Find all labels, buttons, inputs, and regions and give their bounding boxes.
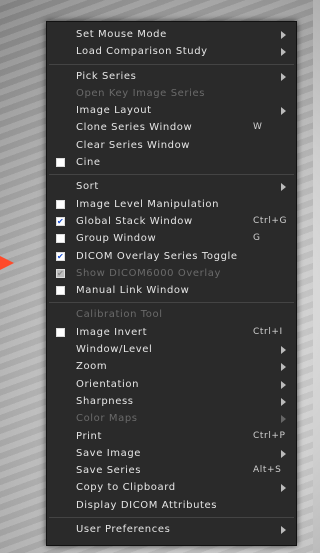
menu-item-set-mouse-mode[interactable]: Set Mouse Mode (47, 26, 296, 43)
submenu-chevron-icon (281, 72, 286, 81)
menu-item-shortcut: Ctrl+G (253, 215, 288, 226)
menu-item-calibration-tool: Calibration Tool (47, 306, 296, 323)
menu-item-image-level-manipulation[interactable]: Image Level Manipulation (47, 196, 296, 213)
menu-item-label: Orientation (76, 378, 140, 390)
submenu-chevron-icon (281, 380, 286, 389)
menu-item-label: Window/Level (76, 344, 153, 356)
menu-item-shortcut: G (253, 233, 261, 244)
menu-item-label: Color Maps (76, 413, 138, 425)
menu-item-label: Display DICOM Attributes (76, 499, 218, 511)
menu-item-shortcut: Alt+S (253, 465, 282, 476)
menu-item-zoom[interactable]: Zoom (47, 358, 296, 375)
submenu-chevron-icon (281, 449, 286, 458)
checkbox-icon[interactable] (56, 234, 65, 244)
menu-item-load-comparison-study[interactable]: Load Comparison Study (47, 43, 296, 60)
menu-item-label: Image Level Manipulation (76, 198, 220, 210)
menu-item-orientation[interactable]: Orientation (47, 376, 296, 393)
menu-item-user-preferences[interactable]: User Preferences (47, 521, 296, 538)
menu-item-clone-series-window[interactable]: Clone Series Window W (47, 119, 296, 136)
menu-item-pick-series[interactable]: Pick Series (47, 68, 296, 85)
submenu-chevron-icon (281, 484, 286, 493)
menu-separator (49, 63, 294, 65)
checkbox-icon[interactable] (56, 327, 65, 337)
menu-item-label: Manual Link Window (76, 285, 190, 297)
checkbox-icon[interactable] (56, 158, 65, 168)
menu-item-label: Copy to Clipboard (76, 482, 176, 494)
menu-item-label: Image Invert (76, 326, 148, 338)
pointer-arrow-icon (0, 256, 14, 270)
submenu-chevron-icon (281, 526, 286, 535)
menu-item-copy-to-clipboard[interactable]: Copy to Clipboard (47, 479, 296, 496)
menu-item-label: Print (76, 430, 103, 442)
submenu-chevron-icon (281, 31, 286, 39)
menu-item-sort[interactable]: Sort (47, 178, 296, 195)
menu-item-label: Save Series (76, 465, 142, 477)
checked-checkbox-icon[interactable]: ✔ (56, 251, 65, 261)
menu-item-save-image[interactable]: Save Image (47, 445, 296, 462)
menu-item-window-level[interactable]: Window/Level (47, 341, 296, 358)
menu-item-show-dicom6000-overlay: ✔ Show DICOM6000 Overlay (47, 265, 296, 282)
checkbox-icon[interactable] (56, 286, 65, 296)
menu-item-label: Calibration Tool (76, 309, 163, 321)
submenu-chevron-icon (281, 183, 286, 192)
checked-checkbox-icon[interactable]: ✔ (56, 216, 65, 226)
menu-separator (49, 302, 294, 304)
menu-item-label: Image Layout (76, 105, 152, 117)
menu-item-open-key-image-series: Open Key Image Series (47, 85, 296, 102)
menu-item-display-dicom-attributes[interactable]: Display DICOM Attributes (47, 497, 296, 514)
menu-item-label: Save Image (76, 447, 142, 459)
submenu-chevron-icon (281, 48, 286, 57)
menu-item-label: Clear Series Window (76, 139, 191, 151)
submenu-chevron-icon (281, 415, 286, 424)
menu-item-sharpness[interactable]: Sharpness (47, 393, 296, 410)
menu-item-label: User Preferences (76, 524, 171, 536)
menu-item-shortcut: Ctrl+P (253, 430, 286, 441)
menu-item-label: DICOM Overlay Series Toggle (76, 250, 238, 262)
menu-item-label: Zoom (76, 361, 108, 373)
menu-item-color-maps: Color Maps (47, 410, 296, 427)
menu-item-label: Group Window (76, 233, 157, 245)
menu-item-label: Show DICOM6000 Overlay (76, 267, 221, 279)
menu-item-cine[interactable]: Cine (47, 154, 296, 171)
menu-item-label: Global Stack Window (76, 215, 193, 227)
submenu-chevron-icon (281, 107, 286, 116)
menu-separator (49, 517, 294, 519)
menu-item-label: Load Comparison Study (76, 46, 208, 58)
menu-item-manual-link-window[interactable]: Manual Link Window (47, 282, 296, 299)
menu-item-label: Cine (76, 157, 101, 169)
menu-separator (49, 174, 294, 176)
menu-item-label: Sort (76, 181, 99, 193)
menu-item-global-stack-window[interactable]: ✔ Global Stack Window Ctrl+G (47, 213, 296, 230)
submenu-chevron-icon (281, 397, 286, 406)
menu-item-shortcut: W (253, 122, 263, 133)
menu-item-label: Clone Series Window (76, 122, 193, 134)
menu-item-label: Open Key Image Series (76, 87, 206, 99)
menu-item-clear-series-window[interactable]: Clear Series Window (47, 137, 296, 154)
menu-item-label: Pick Series (76, 70, 137, 82)
menu-item-dicom-overlay-series-toggle[interactable]: ✔ DICOM Overlay Series Toggle (47, 248, 296, 265)
menu-item-label: Sharpness (76, 395, 134, 407)
menu-item-label: Set Mouse Mode (76, 29, 167, 40)
menu-item-image-invert[interactable]: Image Invert Ctrl+I (47, 324, 296, 341)
menu-item-print[interactable]: Print Ctrl+P (47, 428, 296, 445)
submenu-chevron-icon (281, 346, 286, 355)
menu-item-save-series[interactable]: Save Series Alt+S (47, 462, 296, 479)
checkbox-icon[interactable] (56, 199, 65, 209)
menu-item-group-window[interactable]: Group Window G (47, 230, 296, 247)
menu-item-shortcut: Ctrl+I (253, 326, 283, 337)
checked-checkbox-icon: ✔ (56, 268, 65, 278)
submenu-chevron-icon (281, 363, 286, 372)
menu-item-image-layout[interactable]: Image Layout (47, 102, 296, 119)
context-menu: Set Mouse Mode Load Comparison Study Pick … (46, 21, 297, 546)
